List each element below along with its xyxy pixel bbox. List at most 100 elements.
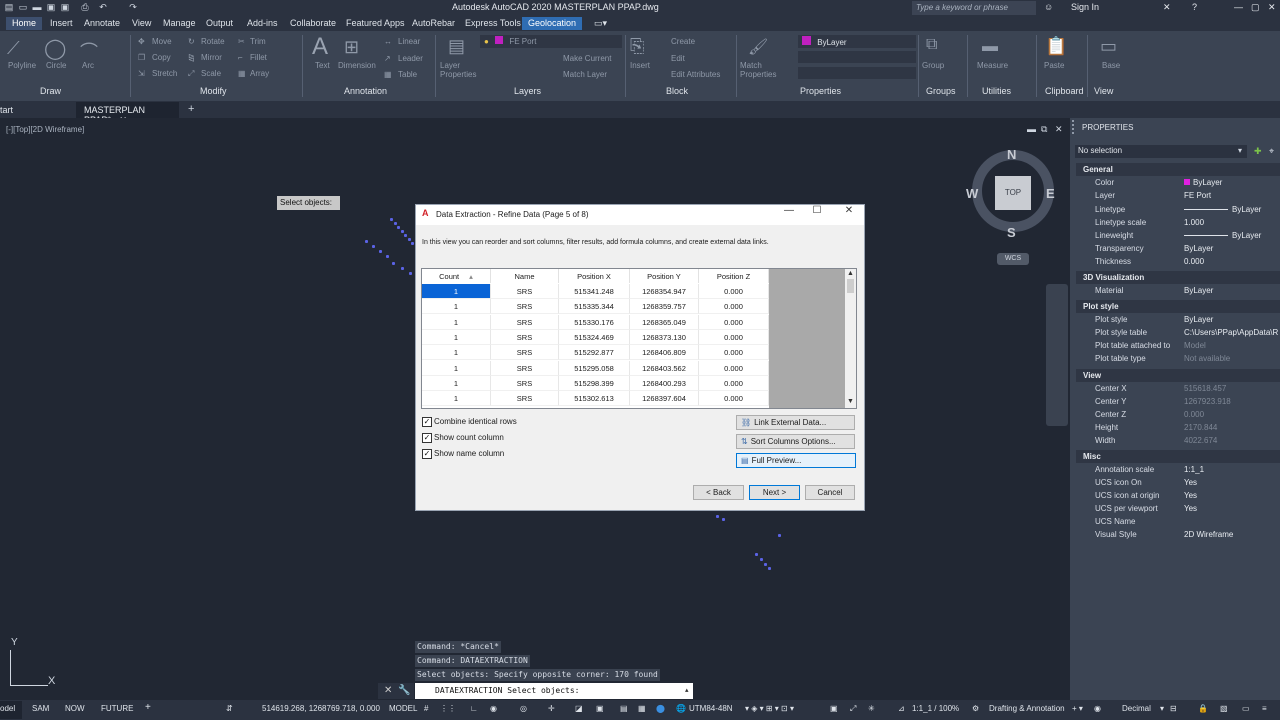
column-header-position-z[interactable]: Position Z <box>699 269 769 283</box>
app-menu-icon[interactable]: ▤ <box>4 2 14 13</box>
mirror-icon[interactable]: ⧎ <box>188 53 195 62</box>
grid-cell[interactable]: 1 <box>422 314 491 330</box>
prop-value[interactable]: 1:1_1 <box>1184 465 1204 474</box>
prop-value[interactable]: Yes <box>1184 504 1197 513</box>
compass-north[interactable]: N <box>1007 147 1016 162</box>
grid-cell[interactable]: SRS <box>491 360 559 376</box>
panel-annotation[interactable]: Annotation <box>344 86 387 96</box>
add-layout-icon[interactable]: + <box>145 702 151 713</box>
linear-button[interactable]: Linear <box>398 37 420 46</box>
layer-dropdown[interactable]: ● FE Port <box>480 35 622 48</box>
base-icon[interactable]: ▭ <box>1100 36 1117 57</box>
stretch-button[interactable]: Stretch <box>152 69 177 78</box>
combine-rows-checkbox[interactable]: ✓ <box>422 417 432 427</box>
transparency-icon[interactable]: ▣ <box>596 704 604 713</box>
panel-utilities[interactable]: Utilities <box>982 86 1011 96</box>
layer-properties-button[interactable]: Layer Properties <box>440 61 476 79</box>
table-button[interactable]: Table <box>398 70 417 79</box>
panel-view[interactable]: View <box>1094 86 1113 96</box>
column-header-count[interactable]: Count ▴ <box>422 269 491 283</box>
grid-cell[interactable]: 0.000 <box>699 314 769 330</box>
grid-cell[interactable]: 515292.877 <box>559 345 630 361</box>
next-button[interactable]: Next > <box>749 485 800 500</box>
tab-annotate[interactable]: Annotate <box>78 17 126 30</box>
tab-addins[interactable]: Add-ins <box>241 17 284 30</box>
show-count-checkbox[interactable]: ✓ <box>422 433 432 443</box>
panel-draw[interactable]: Draw <box>40 86 61 96</box>
section-plot-style[interactable]: Plot style <box>1076 300 1280 313</box>
panel-layers[interactable]: Layers <box>514 86 541 96</box>
scroll-up-icon[interactable]: ▲ <box>847 270 854 277</box>
grid-cell[interactable]: 1268354.947 <box>630 284 699 299</box>
linear-icon[interactable]: ↔ <box>384 37 392 46</box>
tab-featured-apps[interactable]: Featured Apps <box>340 17 411 30</box>
grid-cell[interactable]: 0.000 <box>699 299 769 315</box>
add-icon[interactable]: + ▾ <box>1072 704 1083 713</box>
circle-icon[interactable]: ◯ <box>44 36 66 61</box>
grid-cell[interactable]: 0.000 <box>699 345 769 361</box>
panel-clipboard[interactable]: Clipboard <box>1045 86 1084 96</box>
globe-icon[interactable]: 🌐 <box>676 704 686 713</box>
scale-button[interactable]: Scale <box>201 69 221 78</box>
undo-icon[interactable]: ↶ <box>98 2 108 13</box>
customize-command-icon[interactable]: 🔧 <box>398 685 410 696</box>
circle-button[interactable]: Circle <box>46 61 66 70</box>
move-icon[interactable]: ✥ <box>138 37 145 46</box>
section-3d-visualization[interactable]: 3D Visualization <box>1076 271 1280 284</box>
prop-value[interactable]: Yes <box>1184 491 1197 500</box>
user-icon[interactable]: ☺ <box>1044 2 1053 12</box>
copy-button[interactable]: Copy <box>152 53 171 62</box>
palette-grip[interactable] <box>1072 120 1078 134</box>
trim-button[interactable]: Trim <box>250 37 266 46</box>
match-properties-button[interactable]: Match Properties <box>740 61 778 79</box>
link-external-data-button[interactable]: ⛓ Link External Data... <box>736 415 855 430</box>
grid-cell[interactable]: 1 <box>422 345 491 361</box>
grid-icon[interactable]: # <box>424 704 428 713</box>
selection-cycling-icon[interactable]: ▤ <box>620 704 628 713</box>
close-command-icon[interactable]: ✕ <box>384 685 392 696</box>
sign-in-link[interactable]: Sign In <box>1071 2 1099 12</box>
viewport-restore-icon[interactable]: ⧉ <box>1041 124 1047 135</box>
lineweight-icon[interactable]: ◪ <box>575 704 583 713</box>
create-block-button[interactable]: Create <box>671 37 695 46</box>
sort-columns-button[interactable]: ⇅ Sort Columns Options... <box>736 434 855 449</box>
lock-ui-icon[interactable]: 🔒 <box>1198 704 1208 713</box>
scroll-thumb[interactable] <box>847 279 854 293</box>
table-icon[interactable]: ▦ <box>384 70 392 79</box>
grid-cell[interactable]: 1 <box>422 329 491 345</box>
compass-east[interactable]: E <box>1046 186 1055 201</box>
section-view[interactable]: View <box>1076 369 1280 382</box>
grid-cell[interactable]: SRS <box>491 345 559 361</box>
redo-icon[interactable]: ↷ <box>128 2 138 13</box>
fillet-button[interactable]: Fillet <box>250 53 267 62</box>
array-button[interactable]: Array <box>250 69 269 78</box>
color-dropdown[interactable]: ByLayer <box>798 35 916 48</box>
panel-properties[interactable]: Properties <box>800 86 841 96</box>
grid-scrollbar[interactable]: ▲ ▼ <box>845 269 856 408</box>
move-button[interactable]: Move <box>152 37 172 46</box>
viewcube-top[interactable]: TOP <box>995 176 1031 210</box>
rotate-icon[interactable]: ↻ <box>188 37 195 46</box>
units-display[interactable]: Decimal <box>1122 704 1151 713</box>
layout-tab-now[interactable]: NOW <box>65 704 85 713</box>
ribbon-toggle-icon[interactable]: ▭▾ <box>588 17 613 30</box>
insert-icon[interactable]: ⎘ <box>630 36 644 57</box>
scroll-down-icon[interactable]: ▼ <box>847 398 854 405</box>
snap-icon[interactable]: ⋮⋮ <box>440 704 456 713</box>
leader-button[interactable]: Leader <box>398 54 423 63</box>
grid-cell[interactable]: SRS <box>491 329 559 345</box>
grid-cell[interactable]: 515295.058 <box>559 360 630 376</box>
column-header-position-y[interactable]: Position Y <box>630 269 699 283</box>
polyline-icon[interactable]: ⟋ <box>7 38 20 59</box>
command-input[interactable]: DATAEXTRACTION Select objects: <box>415 683 693 699</box>
panel-groups[interactable]: Groups <box>926 86 956 96</box>
show-name-checkbox[interactable]: ✓ <box>422 449 432 459</box>
viewport-close-icon[interactable]: ✕ <box>1055 124 1063 135</box>
coordinate-system[interactable]: UTM84-48N <box>689 704 733 713</box>
grid-cell[interactable]: 0.000 <box>699 360 769 376</box>
tab-output[interactable]: Output <box>200 17 239 30</box>
back-button[interactable]: < Back <box>693 485 744 500</box>
workspace-switch[interactable]: Drafting & Annotation <box>989 704 1065 713</box>
column-header-position-x[interactable]: Position X <box>559 269 630 283</box>
dimension-icon[interactable]: ⊞ <box>344 37 359 58</box>
